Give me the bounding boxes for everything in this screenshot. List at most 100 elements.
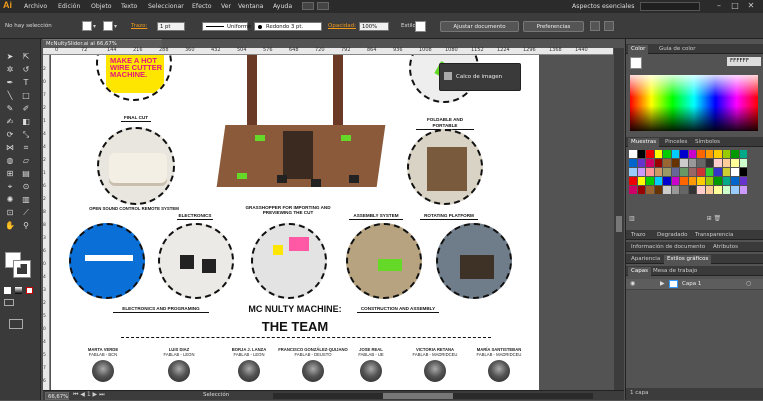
color-swatch[interactable] xyxy=(688,168,696,176)
tab-symbols[interactable]: Símbolos xyxy=(692,138,723,147)
tab-brushes[interactable]: Pinceles xyxy=(662,138,690,147)
color-swatch[interactable] xyxy=(637,159,645,167)
line-tool-icon[interactable]: ╲ xyxy=(4,90,16,101)
stroke-profile-select[interactable]: Uniforme xyxy=(202,22,251,31)
hand-tool-icon[interactable]: ✋ xyxy=(4,220,16,231)
hex-field[interactable]: FFFFFF xyxy=(727,57,761,66)
tab-color-guide[interactable]: Guía de color xyxy=(656,45,699,54)
zoom-field[interactable]: 66,67% xyxy=(45,392,69,400)
free-transform-tool-icon[interactable]: ⌗ xyxy=(20,142,32,153)
layer-name[interactable]: Capa 1 xyxy=(682,281,701,287)
color-swatch[interactable] xyxy=(663,186,671,194)
tab-stroke[interactable]: Trazo xyxy=(628,231,648,240)
color-swatch[interactable] xyxy=(629,150,637,158)
brush-select[interactable]: Redondo 3 pt. xyxy=(254,22,322,31)
zoom-tool-icon[interactable]: ⚲ xyxy=(20,220,32,231)
color-swatch[interactable] xyxy=(629,168,637,176)
color-swatch[interactable] xyxy=(663,150,671,158)
artboard[interactable]: MAKE A HOT WIRE CUTTER MACHINE. FINAL CU… xyxy=(51,55,539,390)
color-swatch[interactable] xyxy=(714,177,722,185)
color-swatch[interactable] xyxy=(637,186,645,194)
menu-ver[interactable]: Ver xyxy=(221,3,231,10)
color-swatch[interactable] xyxy=(680,159,688,167)
color-swatch[interactable] xyxy=(739,159,747,167)
color-swatch[interactable] xyxy=(739,150,747,158)
color-spectrum[interactable] xyxy=(630,75,758,131)
magic-wand-tool-icon[interactable]: ✲ xyxy=(4,64,16,75)
tab-transparency[interactable]: Transparencia xyxy=(692,231,736,240)
swatches-grid[interactable] xyxy=(629,150,749,210)
gradient-mode-icon[interactable] xyxy=(15,287,22,294)
color-swatch[interactable] xyxy=(671,168,679,176)
color-swatch[interactable] xyxy=(680,177,688,185)
color-swatch[interactable] xyxy=(722,150,730,158)
minimize-button[interactable]: – xyxy=(712,1,726,11)
tab-appearance[interactable]: Apariencia xyxy=(628,255,663,264)
color-swatch[interactable] xyxy=(731,177,739,185)
graph-tool-icon[interactable]: ▥ xyxy=(20,194,32,205)
stroke-color-icon[interactable] xyxy=(13,260,31,278)
stroke-label[interactable]: Trazo: xyxy=(131,23,147,29)
color-swatch[interactable] xyxy=(646,168,654,176)
preferences-button[interactable]: Preferencias xyxy=(523,21,584,32)
color-swatch[interactable] xyxy=(654,186,662,194)
eye-icon[interactable]: ◉ xyxy=(630,280,635,287)
maximize-button[interactable]: □ xyxy=(728,1,742,11)
close-button[interactable]: ✕ xyxy=(744,1,758,11)
scroll-thumb[interactable] xyxy=(383,393,453,399)
color-swatch[interactable] xyxy=(705,168,713,176)
opacity-field[interactable]: 100% xyxy=(359,22,389,31)
document-setup-button[interactable]: Ajustar documento xyxy=(440,21,519,32)
color-swatch[interactable] xyxy=(722,177,730,185)
color-swatch[interactable] xyxy=(629,159,637,167)
pen-tool-icon[interactable]: ✒ xyxy=(4,77,16,88)
color-swatch[interactable] xyxy=(671,186,679,194)
color-swatch[interactable] xyxy=(739,186,747,194)
color-fill-swatch[interactable] xyxy=(630,57,642,69)
color-swatch[interactable] xyxy=(663,159,671,167)
menu-ayuda[interactable]: Ayuda xyxy=(273,3,292,10)
tab-artboards[interactable]: Mesa de trabajo xyxy=(650,267,700,276)
color-swatch[interactable] xyxy=(697,159,705,167)
rotate-tool-icon[interactable]: ⟳ xyxy=(4,129,16,140)
color-swatch[interactable] xyxy=(722,186,730,194)
blend-tool-icon[interactable]: ⊙ xyxy=(20,181,32,192)
fill-swatch[interactable] xyxy=(82,21,92,31)
symbol-sprayer-tool-icon[interactable]: ✺ xyxy=(4,194,16,205)
color-swatch[interactable] xyxy=(739,177,747,185)
color-swatch[interactable] xyxy=(654,150,662,158)
tab-attributes[interactable]: Atributos xyxy=(710,243,741,252)
align-icon[interactable] xyxy=(590,21,600,31)
artboard-tool-icon[interactable]: ⊡ xyxy=(4,207,16,218)
color-swatch[interactable] xyxy=(680,186,688,194)
search-help-field[interactable] xyxy=(640,2,700,11)
menu-objeto[interactable]: Objeto xyxy=(91,3,112,10)
color-swatch[interactable] xyxy=(646,150,654,158)
menu-efecto[interactable]: Efecto xyxy=(192,3,212,10)
rectangle-tool-icon[interactable]: □ xyxy=(20,90,32,101)
color-swatch[interactable] xyxy=(714,150,722,158)
color-swatch[interactable] xyxy=(697,168,705,176)
bridge-icon[interactable] xyxy=(302,2,314,10)
tab-gradient[interactable]: Degradado xyxy=(654,231,690,240)
tab-color[interactable]: Color xyxy=(628,45,649,54)
gradient-tool-icon[interactable]: ▤ xyxy=(20,168,32,179)
color-swatch[interactable] xyxy=(705,186,713,194)
color-swatch[interactable] xyxy=(646,177,654,185)
target-icon[interactable]: ○ xyxy=(746,280,751,287)
color-swatch[interactable] xyxy=(654,159,662,167)
color-swatch[interactable] xyxy=(714,159,722,167)
color-swatch[interactable] xyxy=(705,177,713,185)
color-swatch[interactable] xyxy=(637,150,645,158)
color-swatch[interactable] xyxy=(705,159,713,167)
menu-ventana[interactable]: Ventana xyxy=(238,3,263,10)
perspective-grid-tool-icon[interactable]: ▱ xyxy=(20,155,32,166)
slice-tool-icon[interactable]: ⟋ xyxy=(20,207,32,218)
color-swatch[interactable] xyxy=(654,177,662,185)
transform-icon[interactable] xyxy=(604,21,614,31)
new-swatch-icon[interactable]: ⊞ xyxy=(707,215,712,222)
menu-texto[interactable]: Texto xyxy=(121,3,137,10)
color-swatch[interactable] xyxy=(714,186,722,194)
layer-row[interactable]: ◉ ▶ Capa 1 ○ xyxy=(626,279,763,290)
color-swatch[interactable] xyxy=(722,159,730,167)
